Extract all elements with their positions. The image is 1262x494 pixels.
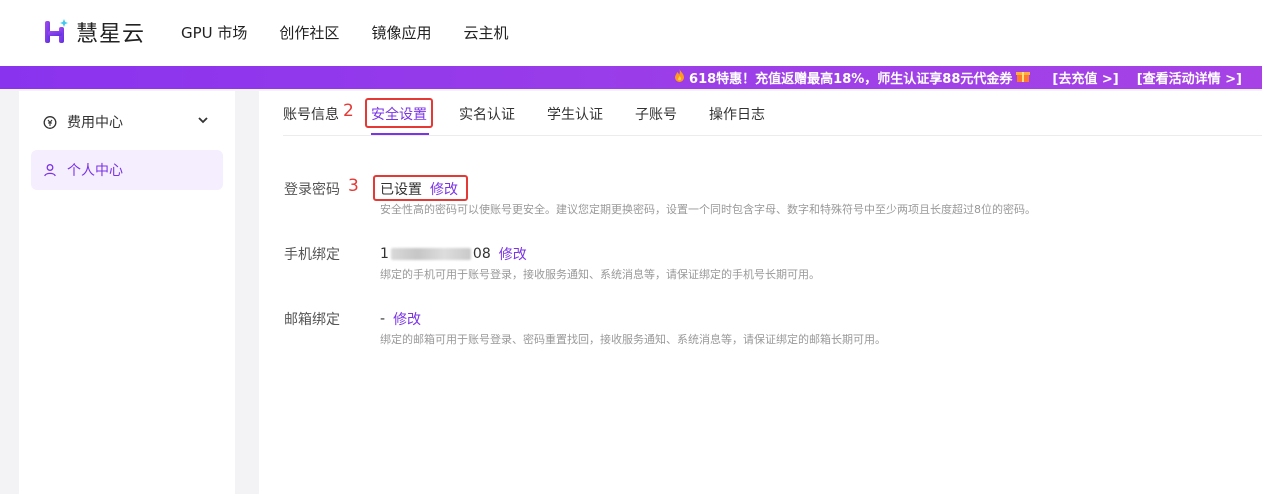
phone-label: 手机绑定 [284,247,340,263]
nav-cloud-host[interactable]: 云主机 [463,22,508,43]
top-nav: GPU 市场 创作社区 镜像应用 云主机 [181,22,540,43]
promo-banner: 618特惠！充值返赠最高18%，师生认证享88元代金券 [去充值 >] [查看活… [0,66,1262,89]
email-value: - [380,311,386,327]
phone-description: 绑定的手机可用于账号登录，接收服务通知、系统消息等，请保证绑定的手机号长期可用。 [380,268,820,281]
email-description: 绑定的邮箱可用于账号登录、密码重置找回，接收服务通知、系统消息等，请保证绑定的邮… [380,333,886,346]
promo-details-link[interactable]: [查看活动详情 >] [1137,68,1242,87]
tab-operation-log[interactable]: 操作日志 [709,104,765,124]
sidebar-item-personal-center[interactable]: 个人中心 [31,150,223,190]
promo-text: 618特惠！充值返赠最高18%，师生认证享88元代金券 [689,72,1013,87]
promo-recharge-link[interactable]: [去充值 >] [1052,68,1118,87]
user-icon [43,163,57,177]
annotation-step-3: 3 [348,176,359,196]
tab-sub-account[interactable]: 子账号 [635,104,677,124]
main-panel: 账号信息 2 安全设置 实名认证 学生认证 子账号 操作日志 登录密码 3 已设… [259,91,1262,494]
nav-image-apps[interactable]: 镜像应用 [371,22,431,43]
gift-icon [1016,69,1031,87]
sidebar: 费用中心 个人中心 [19,91,235,494]
sidebar-item-label: 个人中心 [67,163,123,179]
redacted-phone-digits [390,248,471,260]
phone-number-prefix: 1 [380,246,389,262]
nav-gpu-market[interactable]: GPU 市场 [181,22,247,43]
brand-logo[interactable]: 慧星云 [44,16,145,48]
sidebar-item-label: 费用中心 [67,115,123,131]
phone-value-row: 1 08 修改 [380,244,527,264]
highlight-box-security-tab [365,98,433,128]
fire-icon [674,69,685,86]
active-tab-indicator [371,133,429,135]
brand-name: 慧星云 [76,22,146,47]
chevron-down-icon[interactable] [197,114,209,130]
phone-edit-link[interactable]: 修改 [499,244,527,264]
email-value-row: - 修改 [380,309,421,329]
sidebar-item-billing[interactable]: 费用中心 [31,102,223,142]
tab-account-info[interactable]: 账号信息 [283,104,339,124]
tab-real-name[interactable]: 实名认证 [459,104,515,124]
annotation-step-2: 2 [343,101,354,121]
email-label: 邮箱绑定 [284,312,340,328]
phone-number-suffix: 08 [472,246,491,262]
password-description: 安全性高的密码可以使账号更安全。建议您定期更换密码，设置一个同时包含字母、数字和… [380,203,1036,216]
logo-h-icon [44,17,68,47]
password-label: 登录密码 [284,182,340,198]
coin-icon [43,115,57,129]
email-edit-link[interactable]: 修改 [393,309,421,329]
settings-tabs: 账号信息 2 安全设置 实名认证 学生认证 子账号 操作日志 [283,91,1262,136]
top-header: 慧星云 GPU 市场 创作社区 镜像应用 云主机 [0,0,1262,66]
tab-student-verify[interactable]: 学生认证 [547,104,603,124]
highlight-box-password [373,175,468,201]
nav-community[interactable]: 创作社区 [279,22,339,43]
